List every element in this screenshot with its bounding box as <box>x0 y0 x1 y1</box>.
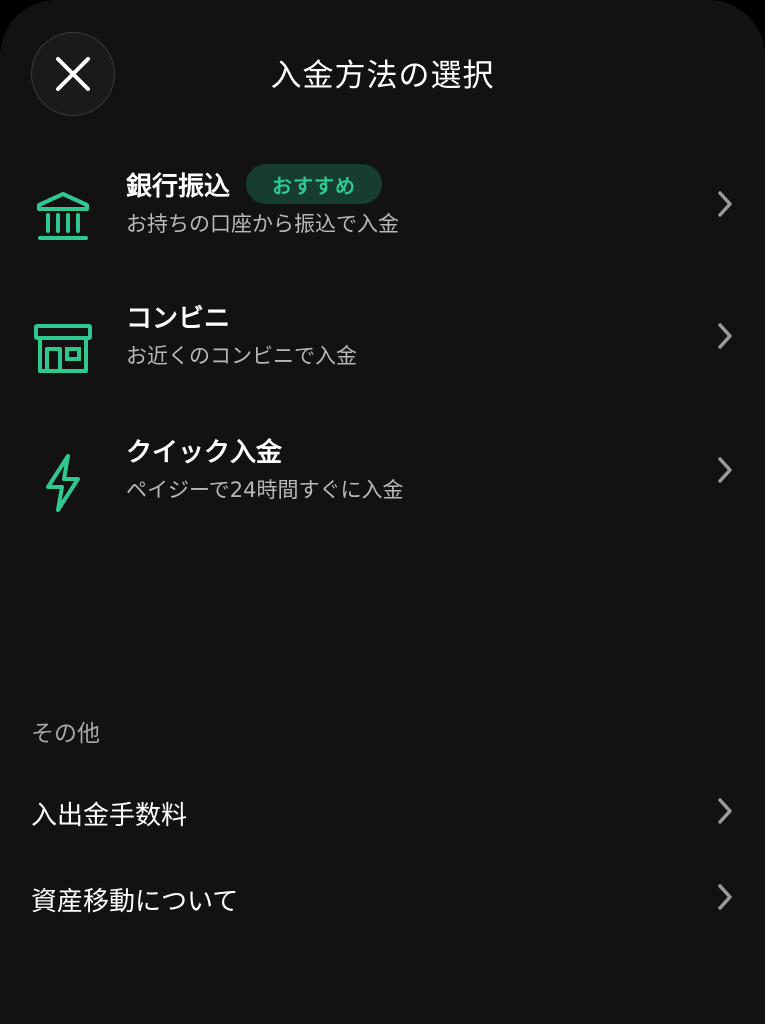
method-quick-deposit[interactable]: クイック入金 ペイジーで24時間すぐに入金 <box>0 428 765 538</box>
link-label: 資産移動について <box>31 887 239 917</box>
section-label-other: その他 <box>31 721 100 747</box>
method-bank-transfer[interactable]: 銀行振込 おすすめ お持ちの口座から振込で入金 <box>0 162 765 272</box>
method-description: お持ちの口座から振込で入金 <box>126 212 399 236</box>
method-name: コンビニ <box>126 303 231 334</box>
link-asset-transfer[interactable]: 資産移動について <box>0 867 765 927</box>
chevron-right-icon <box>715 881 735 913</box>
method-name: クイック入金 <box>126 437 283 468</box>
method-name: 銀行振込 <box>126 171 231 202</box>
method-description: ペイジーで24時間すぐに入金 <box>126 478 404 502</box>
bank-icon <box>37 192 89 240</box>
chevron-right-icon <box>715 188 735 220</box>
chevron-right-icon <box>715 795 735 827</box>
method-description: お近くのコンビニで入金 <box>126 344 357 368</box>
link-deposit-withdrawal-fees[interactable]: 入出金手数料 <box>0 781 765 841</box>
chevron-right-icon <box>715 454 735 486</box>
lightning-icon <box>46 454 80 512</box>
method-convenience-store[interactable]: コンビニ お近くのコンビニで入金 <box>0 294 765 404</box>
deposit-method-sheet: 入金方法の選択 銀行振込 おすすめ お持ちの口座から振込で入金 コンビニ お近く… <box>0 0 765 1024</box>
link-label: 入出金手数料 <box>31 801 188 831</box>
page-title: 入金方法の選択 <box>270 58 495 94</box>
chevron-right-icon <box>715 320 735 352</box>
store-icon <box>34 324 92 373</box>
recommended-badge: おすすめ <box>246 164 383 204</box>
